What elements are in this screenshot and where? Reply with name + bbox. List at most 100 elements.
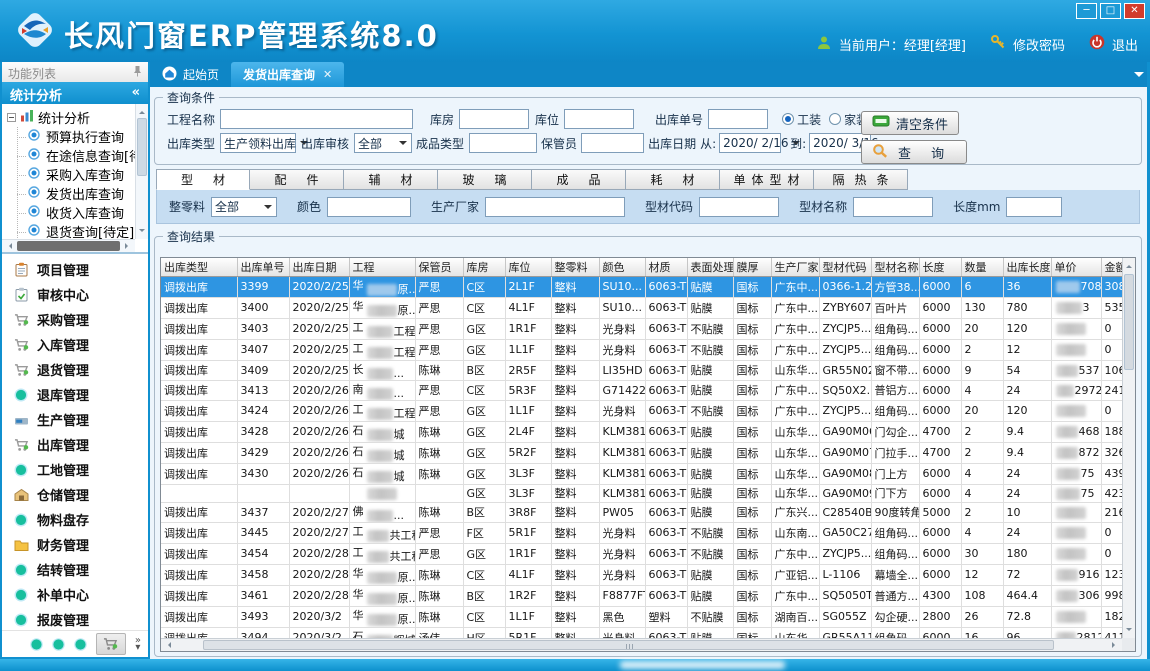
table-cell[interactable]: 调拨出库 bbox=[161, 522, 237, 543]
table-cell[interactable]: 贴膜 bbox=[687, 360, 733, 380]
tree-horizontal-scrollbar[interactable] bbox=[2, 239, 135, 252]
table-cell[interactable]: 3407 bbox=[237, 339, 289, 360]
sidebar-module-item[interactable]: 项目管理 bbox=[2, 257, 148, 282]
table-cell[interactable]: 陈琳 bbox=[415, 606, 463, 627]
table-cell[interactable]: 24 bbox=[1003, 463, 1051, 484]
tree-item[interactable]: 预算执行查询 bbox=[7, 127, 135, 146]
tab-0[interactable]: 起始页 bbox=[150, 62, 231, 87]
table-cell[interactable]: 陈琳 bbox=[415, 502, 463, 522]
product-type-input[interactable] bbox=[469, 133, 537, 153]
table-cell[interactable]: 广东中... bbox=[771, 339, 819, 360]
table-cell[interactable] bbox=[1051, 400, 1101, 421]
table-cell[interactable]: 3L3F bbox=[505, 463, 551, 484]
table-cell[interactable]: 4700 bbox=[919, 421, 961, 442]
table-cell[interactable]: 贴膜 bbox=[687, 484, 733, 502]
table-cell[interactable]: 3409 bbox=[237, 360, 289, 380]
more-modules-chevron[interactable]: »▾ bbox=[135, 637, 141, 651]
table-cell[interactable]: 2020/3/2 bbox=[289, 606, 349, 627]
table-cell[interactable]: 6063-T5 bbox=[645, 318, 687, 339]
maximize-button[interactable]: □ bbox=[1100, 3, 1121, 19]
table-cell[interactable]: 3428 bbox=[237, 421, 289, 442]
table-cell[interactable]: 陈琳 bbox=[415, 442, 463, 463]
column-header[interactable]: 出库类型 bbox=[161, 258, 237, 276]
table-cell[interactable] bbox=[1051, 543, 1101, 564]
table-cell[interactable]: 门勾企... bbox=[871, 421, 919, 442]
table-cell[interactable]: 72 bbox=[1003, 564, 1051, 585]
warehouse-input[interactable] bbox=[459, 109, 529, 129]
table-cell[interactable]: 严思 bbox=[415, 297, 463, 318]
table-cell[interactable]: 72.8 bbox=[1003, 606, 1051, 627]
table-cell[interactable]: 2020/2/25 bbox=[289, 318, 349, 339]
table-cell[interactable]: 6063-T5 bbox=[645, 400, 687, 421]
table-cell[interactable]: 2020/2/25 bbox=[289, 297, 349, 318]
table-cell[interactable]: 3493 bbox=[237, 606, 289, 627]
table-cell[interactable]: 2972 bbox=[1051, 380, 1101, 400]
table-cell[interactable]: 调拨出库 bbox=[161, 276, 237, 297]
table-cell[interactable]: 国标 bbox=[733, 360, 771, 380]
material-tab-6[interactable]: 单体型材 bbox=[720, 169, 814, 190]
table-cell[interactable]: 1R1F bbox=[505, 543, 551, 564]
table-cell[interactable]: 华原... bbox=[349, 564, 415, 585]
table-cell[interactable]: 5000 bbox=[919, 502, 961, 522]
table-cell[interactable]: 3400 bbox=[237, 297, 289, 318]
table-cell[interactable] bbox=[161, 484, 237, 502]
module-dot-icon[interactable] bbox=[30, 638, 43, 651]
table-cell[interactable]: 山东华... bbox=[771, 484, 819, 502]
table-cell[interactable]: GA90M08.. bbox=[819, 463, 871, 484]
table-row[interactable]: 调拨出库34452020/2/27工共工程严思F区5R1F整料光身料6063-T… bbox=[161, 522, 1125, 543]
table-cell[interactable] bbox=[1051, 339, 1101, 360]
table-cell[interactable]: 广东中... bbox=[771, 276, 819, 297]
scroll-thumb[interactable] bbox=[17, 241, 120, 251]
sidebar-module-item[interactable]: 退货管理 bbox=[2, 357, 148, 382]
table-cell[interactable]: 2020/2/25 bbox=[289, 339, 349, 360]
table-cell[interactable]: 1L1F bbox=[505, 400, 551, 421]
location-input[interactable] bbox=[564, 109, 634, 129]
tree-item[interactable]: 收货入库查询 bbox=[7, 203, 135, 222]
table-cell[interactable]: 普通方... bbox=[871, 585, 919, 606]
table-cell[interactable]: 916 bbox=[1051, 564, 1101, 585]
table-cell[interactable]: 组角码... bbox=[871, 543, 919, 564]
table-cell[interactable]: 严思 bbox=[415, 380, 463, 400]
table-cell[interactable]: 调拨出库 bbox=[161, 543, 237, 564]
table-cell[interactable]: 整料 bbox=[551, 463, 599, 484]
table-cell[interactable]: 3399 bbox=[237, 276, 289, 297]
table-cell[interactable]: B区 bbox=[463, 360, 505, 380]
column-header[interactable]: 膜厚 bbox=[733, 258, 771, 276]
table-cell[interactable]: 国标 bbox=[733, 543, 771, 564]
sidebar-module-item[interactable]: 采购管理 bbox=[2, 307, 148, 332]
table-cell[interactable]: 严思 bbox=[415, 318, 463, 339]
material-tab-2[interactable]: 辅材 bbox=[344, 169, 438, 190]
table-cell[interactable]: 华原... bbox=[349, 606, 415, 627]
table-cell[interactable]: 国标 bbox=[733, 522, 771, 543]
table-cell[interactable]: 4 bbox=[961, 463, 1003, 484]
table-cell[interactable]: 6063-T5 bbox=[645, 463, 687, 484]
table-cell[interactable]: 整料 bbox=[551, 442, 599, 463]
table-cell[interactable]: 整料 bbox=[551, 502, 599, 522]
table-cell[interactable]: 6063-T5 bbox=[645, 564, 687, 585]
table-row[interactable]: 调拨出库34242020/2/26工工程严思G区1L1F整料光身料6063-T5… bbox=[161, 400, 1125, 421]
table-cell[interactable] bbox=[349, 484, 415, 502]
sidebar-module-item[interactable]: 仓储管理 bbox=[2, 482, 148, 507]
tree-vertical-scrollbar[interactable] bbox=[135, 104, 148, 239]
table-cell[interactable]: 306 bbox=[1051, 585, 1101, 606]
sidebar-module-item[interactable]: 退库管理 bbox=[2, 382, 148, 407]
table-cell[interactable]: 整料 bbox=[551, 276, 599, 297]
table-cell[interactable]: 120 bbox=[1003, 318, 1051, 339]
table-cell[interactable]: G71422 bbox=[599, 380, 645, 400]
table-row[interactable]: 调拨出库34542020/2/28工共工程严思G区1R1F整料光身料6063-T… bbox=[161, 543, 1125, 564]
table-cell[interactable]: 湖南百... bbox=[771, 606, 819, 627]
whole-part-select[interactable]: 全部 bbox=[211, 197, 277, 217]
order-no-input[interactable] bbox=[708, 109, 768, 129]
table-cell[interactable]: 光身料 bbox=[599, 318, 645, 339]
table-cell[interactable]: 2 bbox=[961, 442, 1003, 463]
table-cell[interactable]: G区 bbox=[463, 421, 505, 442]
outbound-type-select[interactable]: 生产领料出库 bbox=[220, 133, 296, 153]
table-cell[interactable]: 不贴膜 bbox=[687, 543, 733, 564]
column-header[interactable]: 整零料 bbox=[551, 258, 599, 276]
table-cell[interactable]: 5R2F bbox=[505, 442, 551, 463]
length-input[interactable] bbox=[1006, 197, 1062, 217]
table-cell[interactable]: 2020/2/28 bbox=[289, 564, 349, 585]
table-cell[interactable]: 6063-T5 bbox=[645, 297, 687, 318]
table-cell[interactable]: 20 bbox=[961, 318, 1003, 339]
table-cell[interactable]: 6063-T5 bbox=[645, 543, 687, 564]
